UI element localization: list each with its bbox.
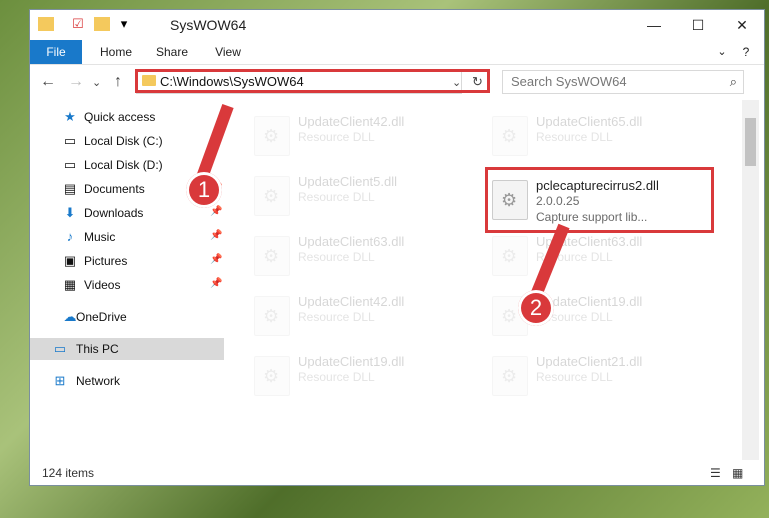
large-icons-view-icon[interactable]: ▦	[732, 466, 743, 480]
recent-locations-icon[interactable]: ⌄	[92, 76, 101, 89]
window-title: SysWOW64	[170, 17, 247, 33]
status-bar: 124 items ☰ ▦	[30, 462, 764, 485]
tab-file[interactable]: File	[30, 40, 82, 64]
minimize-button[interactable]: —	[632, 10, 676, 40]
title-bar: ☑ ▾ SysWOW64 — ☐ ✕	[30, 10, 764, 40]
tab-home[interactable]: Home	[96, 40, 136, 64]
dll-file-icon	[254, 236, 290, 276]
file-item[interactable]: UpdateClient19.dllResource DLL	[254, 348, 474, 400]
navigation-pane: ★ Quick access ▭ Local Disk (C:) ▭ Local Di…	[30, 100, 224, 460]
forward-icon[interactable]: →	[68, 73, 84, 91]
file-item[interactable]: UpdateClient63.dllResource DLL	[492, 228, 712, 280]
search-icon[interactable]: ⌕	[730, 74, 737, 90]
computer-icon: ▭	[53, 341, 67, 356]
navigation-bar: ← → ⌄ ↑ C:\Windows\SysWOW64 ⌄ ↻ Search S…	[30, 65, 764, 99]
dll-file-icon	[492, 356, 528, 396]
pin-icon: 📌	[210, 206, 223, 217]
file-item[interactable]: UpdateClient21.dllResource DLL	[492, 348, 712, 400]
customize-toolbar-icon[interactable]: ▾	[116, 16, 132, 32]
address-highlight	[135, 69, 490, 93]
tab-share[interactable]: Share	[152, 40, 192, 64]
chevron-down-icon[interactable]: ⌄	[714, 40, 730, 64]
drive-icon: ▭	[63, 133, 77, 148]
dll-file-icon	[492, 236, 528, 276]
new-folder-icon[interactable]	[94, 17, 110, 31]
close-button[interactable]: ✕	[720, 10, 764, 40]
sidebar-item-this-pc[interactable]: ▭ This PC	[30, 338, 224, 360]
videos-icon: ▦	[63, 277, 77, 292]
sidebar-item-quick-access[interactable]: ★ Quick access	[30, 106, 224, 128]
network-icon: ⊞	[54, 373, 66, 388]
sidebar-item-onedrive[interactable]: ☁ OneDrive	[30, 306, 224, 328]
tab-view[interactable]: View	[208, 40, 248, 64]
sidebar-item-local-disk-c[interactable]: ▭ Local Disk (C:)	[30, 130, 224, 152]
file-item[interactable]: UpdateClient63.dllResource DLL	[254, 228, 474, 280]
documents-icon: ▤	[63, 181, 77, 196]
item-count: 124 items	[42, 466, 95, 480]
music-icon: ♪	[66, 229, 74, 244]
dll-file-icon	[254, 176, 290, 216]
file-list: UpdateClient42.dllResource DLL UpdateCli…	[248, 100, 742, 460]
scrollbar-thumb[interactable]	[745, 118, 756, 166]
file-item[interactable]: UpdateClient65.dllResource DLL	[492, 108, 712, 160]
file-item[interactable]: UpdateClient5.dllResource DLL	[254, 168, 474, 220]
file-item[interactable]: UpdateClient42.dllResource DLL	[254, 108, 474, 160]
dll-file-icon	[254, 116, 290, 156]
dll-file-icon	[492, 116, 528, 156]
pin-icon: 📌	[210, 254, 223, 265]
step-2-badge: 2	[518, 290, 554, 326]
sidebar-item-pictures[interactable]: ▣ Pictures 📌	[30, 250, 224, 272]
file-highlight	[485, 167, 714, 233]
up-icon[interactable]: ↑	[114, 73, 122, 91]
sidebar-item-network[interactable]: ⊞ Network	[30, 370, 224, 392]
vertical-scrollbar[interactable]	[742, 100, 759, 460]
drive-icon: ▭	[63, 157, 77, 172]
pictures-icon: ▣	[63, 253, 77, 268]
folder-icon	[38, 17, 54, 31]
explorer-window: ☑ ▾ SysWOW64 — ☐ ✕ File Home Share View …	[30, 10, 764, 485]
maximize-button[interactable]: ☐	[676, 10, 720, 40]
search-placeholder: Search SysWOW64	[511, 74, 627, 89]
help-icon[interactable]: ?	[738, 40, 754, 64]
step-1-badge: 1	[186, 172, 222, 208]
sidebar-item-videos[interactable]: ▦ Videos 📌	[30, 274, 224, 296]
details-view-icon[interactable]: ☰	[710, 466, 721, 480]
back-icon[interactable]: ←	[40, 73, 56, 91]
download-icon: ⬇	[64, 205, 76, 220]
search-input[interactable]: Search SysWOW64 ⌕	[502, 70, 744, 94]
properties-icon[interactable]: ☑	[70, 16, 86, 32]
sidebar-item-local-disk-d[interactable]: ▭ Local Disk (D:)	[30, 154, 224, 176]
sidebar-item-music[interactable]: ♪ Music 📌	[30, 226, 224, 248]
ribbon: File Home Share View ⌄ ?	[30, 40, 764, 65]
file-item[interactable]: UpdateClient42.dllResource DLL	[254, 288, 474, 340]
star-icon: ★	[64, 109, 76, 124]
dll-file-icon	[254, 356, 290, 396]
pin-icon: 📌	[210, 230, 223, 241]
dll-file-icon	[254, 296, 290, 336]
pin-icon: 📌	[210, 278, 223, 289]
